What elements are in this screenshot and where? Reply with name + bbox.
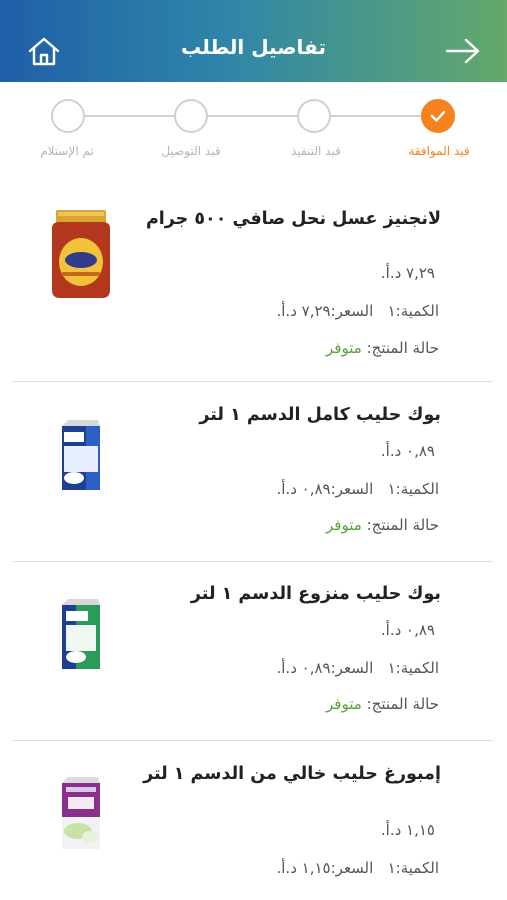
product-name: بوك حليب كامل الدسم ١ لتر (199, 405, 441, 425)
page-title: تفاصيل الطلب (181, 35, 326, 59)
arrow-right-icon (445, 38, 480, 64)
product-image-milk-skimmed (58, 597, 104, 675)
item-divider (13, 740, 493, 741)
product-status-line: حالة المنتج: متوفر (326, 339, 439, 357)
product-name: إمبورغ حليب خالي من الدسم ١ لتر (143, 764, 441, 784)
item-divider (13, 561, 493, 562)
step-delivery-label: قيد التوصيل (161, 144, 221, 158)
step-approval-circle (421, 99, 455, 133)
price-value: ٠,٨٩ د.أ. (276, 659, 331, 677)
product-image-milk-fatfree (58, 775, 104, 855)
step-connector (84, 115, 175, 117)
quantity-price-line: الكمية:١ السعر:١,١٥ د.أ. (276, 859, 440, 877)
step-connector (331, 115, 423, 117)
unit-price: ١,١٥ د.أ. (380, 821, 435, 839)
price-value: ٠,٨٩ د.أ. (276, 480, 331, 498)
quantity-price-line: الكمية:١ السعر:٠,٨٩ د.أ. (276, 659, 440, 677)
step-processing-circle (297, 99, 331, 133)
quantity-value: ١ (387, 302, 396, 320)
product-status-line: حالة المنتج: متوفر (326, 695, 439, 713)
availability-value: متوفر (326, 339, 362, 357)
quantity-value: ١ (387, 859, 396, 877)
unit-price: ٧,٢٩ د.أ. (380, 264, 435, 282)
availability-value: متوفر (326, 695, 362, 713)
step-received-label: تم الإستلام (40, 144, 94, 158)
order-item[interactable]: لانجنيز عسل نحل صافي ٥٠٠ جرام ٧,٢٩ د.أ. … (0, 200, 507, 380)
unit-price: ٠,٨٩ د.أ. (380, 442, 435, 460)
price-value: ١,١٥ د.أ. (276, 859, 331, 877)
order-item[interactable]: إمبورغ حليب خالي من الدسم ١ لتر ١,١٥ د.أ… (0, 755, 507, 900)
step-delivery-circle (174, 99, 208, 133)
step-received-circle (51, 99, 85, 133)
quantity-value: ١ (387, 480, 396, 498)
product-status-line: حالة المنتج: متوفر (326, 516, 439, 534)
step-connector (207, 115, 299, 117)
quantity-price-line: الكمية:١ السعر:٠,٨٩ د.أ. (276, 480, 440, 498)
back-button[interactable] (444, 36, 482, 66)
product-image-milk-full (58, 418, 104, 496)
app-header: تفاصيل الطلب (0, 0, 507, 82)
order-progress-stepper: تم الإستلام قيد التوصيل قيد التنفيذ قيد … (0, 96, 507, 176)
item-divider (13, 381, 493, 382)
step-processing-label: قيد التنفيذ (291, 144, 341, 158)
quantity-price-line: الكمية:١ السعر:٧,٢٩ د.أ. (276, 302, 440, 320)
unit-price: ٠,٨٩ د.أ. (380, 621, 435, 639)
product-name: بوك حليب منزوع الدسم ١ لتر (190, 584, 441, 604)
order-item[interactable]: بوك حليب منزوع الدسم ١ لتر ٠,٨٩ د.أ. الك… (0, 575, 507, 740)
price-value: ٧,٢٩ د.أ. (276, 302, 331, 320)
product-name: لانجنيز عسل نحل صافي ٥٠٠ جرام (145, 209, 441, 229)
check-icon (430, 110, 446, 122)
order-item[interactable]: بوك حليب كامل الدسم ١ لتر ٠,٨٩ د.أ. الكم… (0, 396, 507, 561)
product-image-honey (46, 210, 116, 304)
step-approval-label: قيد الموافقة (408, 144, 470, 158)
availability-value: متوفر (326, 516, 362, 534)
quantity-value: ١ (387, 659, 396, 677)
